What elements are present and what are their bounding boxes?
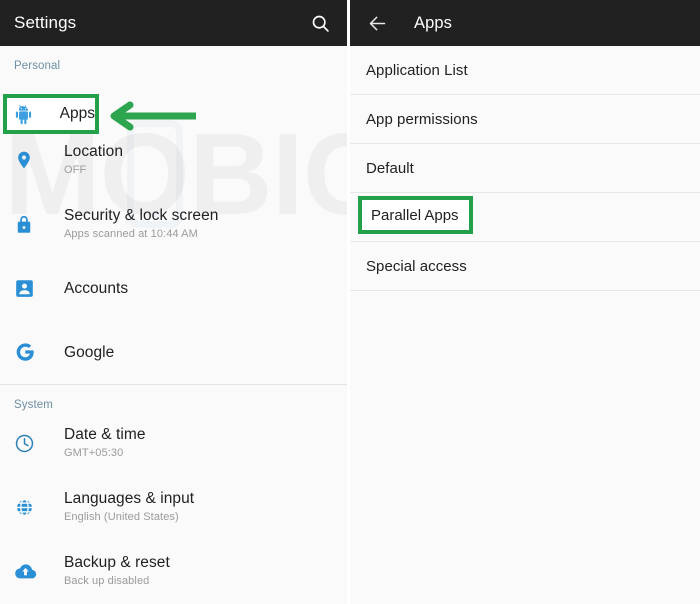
sidebar-item-languages-text: Languages & input English (United States… <box>64 489 194 525</box>
lock-icon <box>14 213 40 236</box>
sidebar-item-security-text: Security & lock screen Apps scanned at 1… <box>64 206 218 242</box>
globe-icon <box>14 497 40 518</box>
settings-panel: Settings Personal Apps <box>0 0 347 604</box>
sidebar-item-location-subtitle: OFF <box>64 164 87 176</box>
sidebar-item-languages-subtitle: English (United States) <box>64 511 179 523</box>
sidebar-item-backup-reset-label: Backup & reset <box>64 554 170 571</box>
apps-highlight-label: Apps <box>59 105 95 122</box>
account-person-icon <box>14 278 40 299</box>
sidebar-item-date-time-text: Date & time GMT+05:30 <box>64 425 146 461</box>
apps-title: Apps <box>414 13 453 32</box>
sidebar-item-accounts-text: Accounts <box>64 279 128 298</box>
settings-list-system: Date & time GMT+05:30 Languages & input … <box>0 411 347 603</box>
list-item-app-permissions[interactable]: App permissions <box>350 95 700 143</box>
list-item-app-permissions-text: App permissions <box>366 110 478 129</box>
settings-appbar: Settings <box>0 0 347 46</box>
parallel-apps-highlight-box: Parallel Apps <box>358 196 473 234</box>
search-icon[interactable] <box>303 6 337 40</box>
list-item-app-permissions-label: App permissions <box>366 110 478 128</box>
list-divider <box>350 290 700 291</box>
sidebar-item-languages[interactable]: Languages & input English (United States… <box>0 475 347 539</box>
list-item-special-access-label: Special access <box>366 257 467 275</box>
list-item-application-list-text: Application List <box>366 61 468 80</box>
sidebar-item-google[interactable]: Google <box>0 320 347 384</box>
apps-panel: Apps Application List App permissions De… <box>350 0 700 604</box>
dual-screenshot-container: MOBIGYAAN Settings Personal Apps <box>0 0 700 604</box>
back-arrow-icon[interactable] <box>360 6 394 40</box>
sidebar-item-date-time[interactable]: Date & time GMT+05:30 <box>0 411 347 475</box>
list-item-default-text: Default <box>366 159 414 178</box>
google-g-icon <box>14 341 40 363</box>
sidebar-item-security[interactable]: Security & lock screen Apps scanned at 1… <box>0 192 347 256</box>
sidebar-item-google-text: Google <box>64 343 114 362</box>
group-label-personal: Personal <box>14 60 61 72</box>
sidebar-item-security-label: Security & lock screen <box>64 207 219 224</box>
apps-list: Application List App permissions Default… <box>350 46 700 291</box>
left-arrow-annotation <box>108 100 200 132</box>
parallel-apps-highlight-label: Parallel Apps <box>371 206 459 224</box>
apps-highlight-box: Apps <box>3 94 99 134</box>
list-item-special-access-text: Special access <box>366 257 467 276</box>
clock-icon <box>14 433 40 454</box>
sidebar-item-date-time-subtitle: GMT+05:30 <box>64 447 124 459</box>
sidebar-item-backup-reset-text: Backup & reset Back up disabled <box>64 553 170 589</box>
list-item-default-label: Default <box>366 159 414 177</box>
sidebar-item-backup-reset[interactable]: Backup & reset Back up disabled <box>0 539 347 603</box>
sidebar-item-accounts[interactable]: Accounts <box>0 256 347 320</box>
sidebar-item-location-text: Location OFF <box>64 142 123 178</box>
sidebar-item-backup-reset-subtitle: Back up disabled <box>64 575 150 587</box>
sidebar-item-accounts-label: Accounts <box>64 279 129 297</box>
settings-title: Settings <box>14 13 77 32</box>
list-item-default[interactable]: Default <box>350 144 700 192</box>
sidebar-item-languages-label: Languages & input <box>64 490 195 507</box>
apps-appbar: Apps <box>350 0 700 46</box>
panel-separator <box>347 0 350 604</box>
sidebar-item-google-label: Google <box>64 343 115 361</box>
parallel-apps-highlight-content[interactable]: Parallel Apps <box>362 200 469 230</box>
sidebar-item-location-label: Location <box>64 143 124 160</box>
sidebar-item-location[interactable]: Location OFF <box>0 128 347 192</box>
sidebar-item-security-subtitle: Apps scanned at 10:44 AM <box>64 228 198 240</box>
group-label-system: System <box>14 399 53 411</box>
list-item-application-list[interactable]: Application List <box>350 46 700 94</box>
android-robot-icon <box>14 104 34 125</box>
location-pin-icon <box>14 148 40 172</box>
apps-highlight-content[interactable]: Apps <box>7 98 95 130</box>
list-item-application-list-label: Application List <box>366 61 468 79</box>
list-item-special-access[interactable]: Special access <box>350 242 700 290</box>
cloud-upload-icon <box>14 562 40 581</box>
sidebar-item-date-time-label: Date & time <box>64 426 146 443</box>
